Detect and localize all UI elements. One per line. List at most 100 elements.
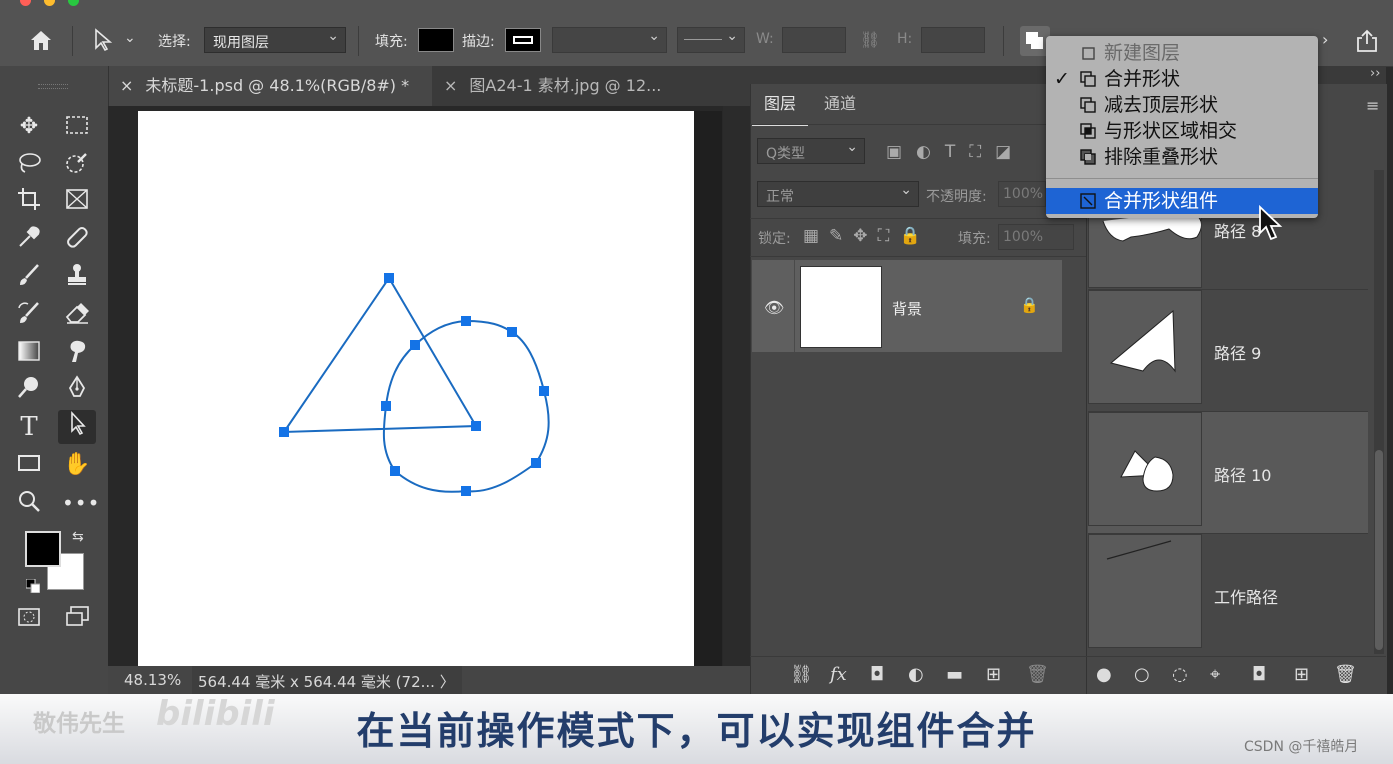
opacity-field[interactable]: 100% bbox=[998, 181, 1046, 207]
zoom-tool-icon[interactable] bbox=[14, 488, 44, 518]
path-name: 工作路径 bbox=[1214, 588, 1279, 607]
document-canvas[interactable] bbox=[138, 111, 694, 667]
chevron-down-icon[interactable]: ⌄ bbox=[124, 30, 136, 46]
share-icon[interactable] bbox=[1354, 28, 1380, 54]
menu-item-new-layer[interactable]: 新建图层 bbox=[1046, 40, 1318, 66]
stroke-width-field[interactable] bbox=[552, 27, 667, 53]
move-tool-icon[interactable]: ✥ bbox=[14, 112, 44, 142]
close-tab-icon[interactable]: × bbox=[444, 76, 457, 95]
close-window-button[interactable] bbox=[20, 0, 31, 6]
close-tab-icon[interactable]: × bbox=[120, 76, 133, 95]
select-layer-dropdown[interactable]: 现用图层 bbox=[204, 27, 346, 53]
select-label: 选择: bbox=[158, 34, 191, 50]
fill-path-icon[interactable]: ● bbox=[1096, 664, 1112, 685]
tab-layers[interactable]: 图层 bbox=[752, 84, 808, 126]
type-tool-icon[interactable]: T bbox=[14, 412, 44, 442]
fill-swatch[interactable] bbox=[418, 28, 454, 52]
eye-visibility-icon[interactable]: 👁 bbox=[764, 298, 784, 317]
anchor-points bbox=[279, 273, 549, 496]
path-thumbnail bbox=[1088, 290, 1202, 404]
crop-tool-icon[interactable] bbox=[14, 186, 44, 216]
layer-filter-icons[interactable]: ▣◐T⛶◪ bbox=[886, 142, 1025, 162]
layer-name: 背景 bbox=[892, 300, 923, 318]
zoom-level[interactable]: 48.13% bbox=[124, 671, 181, 689]
swap-colors-icon[interactable]: ⇆ bbox=[72, 529, 84, 545]
lock-icons[interactable]: ▦✎✥⛶🔒 bbox=[803, 226, 931, 246]
minimize-window-button[interactable] bbox=[44, 0, 55, 6]
path-row-work[interactable]: 工作路径 bbox=[1088, 534, 1368, 656]
direct-selection-tool-icon[interactable] bbox=[58, 410, 96, 444]
lock-icon: 🔒 bbox=[1020, 296, 1039, 314]
eraser-tool-icon[interactable] bbox=[62, 300, 92, 330]
link-icon[interactable]: ⛓ bbox=[860, 30, 880, 49]
marquee-tool-icon[interactable] bbox=[62, 112, 92, 142]
maximize-window-button[interactable] bbox=[68, 0, 79, 6]
load-as-selection-icon[interactable]: ◌ bbox=[1172, 664, 1188, 685]
healing-brush-tool-icon[interactable] bbox=[62, 224, 92, 254]
blend-mode-value: 正常 bbox=[766, 189, 794, 205]
more-tools-icon[interactable]: ••• bbox=[62, 488, 99, 518]
fill-field[interactable]: 100% bbox=[998, 224, 1074, 250]
new-path-icon[interactable]: ⊞ bbox=[1294, 664, 1309, 685]
direct-selection-arrow-icon[interactable] bbox=[92, 28, 114, 52]
foreground-color-swatch[interactable] bbox=[25, 531, 61, 567]
default-colors-icon[interactable] bbox=[25, 578, 41, 594]
frame-tool-icon[interactable] bbox=[62, 186, 92, 216]
tab-label: 图A24-1 素材.jpg @ 12... bbox=[469, 76, 662, 95]
hand-tool-icon[interactable]: ✋ bbox=[62, 450, 92, 480]
path-row-10[interactable]: 路径 10 bbox=[1088, 412, 1368, 534]
stroke-path-icon[interactable]: ○ bbox=[1134, 664, 1150, 685]
stroke-style-dropdown[interactable] bbox=[677, 27, 745, 53]
menu-item-intersect[interactable]: 与形状区域相交 bbox=[1046, 118, 1318, 144]
link-layers-icon[interactable]: ⛓ bbox=[790, 664, 813, 685]
panel-menu-icon[interactable]: ≡ bbox=[1366, 96, 1379, 115]
adjustment-layer-icon[interactable]: ◐ bbox=[908, 664, 924, 685]
menu-item-subtract-front[interactable]: 减去顶层形状 bbox=[1046, 92, 1318, 118]
add-mask-icon[interactable]: ◘ bbox=[1252, 664, 1266, 685]
path-drawing[interactable] bbox=[138, 111, 694, 667]
stroke-swatch[interactable] bbox=[505, 28, 541, 52]
make-work-path-icon[interactable]: ⌖ bbox=[1210, 664, 1220, 685]
clone-stamp-tool-icon[interactable] bbox=[62, 262, 92, 292]
menu-item-combine-shapes[interactable]: ✓ 合并形状 bbox=[1046, 66, 1318, 92]
path-name: 路径 9 bbox=[1214, 344, 1262, 363]
layer-row-background[interactable]: 👁 背景 🔒 bbox=[752, 260, 1062, 352]
width-field[interactable] bbox=[782, 27, 846, 53]
collapse-panels-icon[interactable]: ›› bbox=[1370, 66, 1380, 81]
add-mask-icon[interactable]: ◘ bbox=[870, 664, 884, 685]
tab-untitled[interactable]: × 未标题-1.psd @ 48.1%(RGB/8#) * bbox=[108, 66, 432, 106]
stroke-label: 描边: bbox=[462, 34, 495, 50]
path-thumbnail bbox=[1088, 412, 1202, 526]
menu-item-exclude-overlap[interactable]: 排除重叠形状 bbox=[1046, 144, 1318, 170]
blend-mode-dropdown[interactable]: 正常 bbox=[757, 181, 919, 207]
chevron-right-icon[interactable]: › bbox=[1322, 30, 1328, 49]
brush-tool-icon[interactable] bbox=[14, 262, 44, 292]
layer-thumbnail bbox=[800, 266, 882, 348]
width-label: W: bbox=[756, 31, 774, 47]
tab-channels[interactable]: 通道 bbox=[812, 84, 868, 124]
smudge-tool-icon[interactable] bbox=[62, 338, 92, 368]
eyedropper-tool-icon[interactable] bbox=[14, 224, 44, 254]
pen-tool-icon[interactable] bbox=[62, 374, 92, 404]
document-dimensions[interactable]: 564.44 毫米 x 564.44 毫米 (72... 〉 bbox=[198, 671, 455, 692]
height-field[interactable] bbox=[921, 27, 985, 53]
new-group-icon[interactable]: ▬ bbox=[946, 664, 963, 685]
home-icon[interactable] bbox=[28, 28, 54, 52]
quick-selection-tool-icon[interactable] bbox=[62, 150, 92, 180]
triangle-path bbox=[282, 276, 478, 434]
rectangle-tool-icon[interactable] bbox=[14, 450, 44, 480]
delete-path-icon[interactable]: 🗑 bbox=[1334, 664, 1357, 685]
gradient-tool-icon[interactable] bbox=[14, 338, 44, 368]
fx-icon[interactable]: fx bbox=[830, 664, 847, 685]
quick-mask-icon[interactable] bbox=[14, 604, 44, 634]
layer-filter-dropdown[interactable]: Q类型 bbox=[757, 138, 865, 164]
dodge-tool-icon[interactable] bbox=[14, 374, 44, 404]
history-brush-tool-icon[interactable] bbox=[14, 300, 44, 330]
new-layer-icon[interactable]: ⊞ bbox=[986, 664, 1001, 685]
path-row-9[interactable]: 路径 9 bbox=[1088, 290, 1368, 412]
tab-material[interactable]: × 图A24-1 素材.jpg @ 12... bbox=[432, 66, 692, 106]
paths-scrollbar[interactable] bbox=[1374, 170, 1384, 654]
delete-layer-icon[interactable]: 🗑 bbox=[1026, 664, 1049, 685]
lasso-tool-icon[interactable] bbox=[14, 150, 44, 180]
screen-mode-icon[interactable] bbox=[62, 604, 92, 634]
